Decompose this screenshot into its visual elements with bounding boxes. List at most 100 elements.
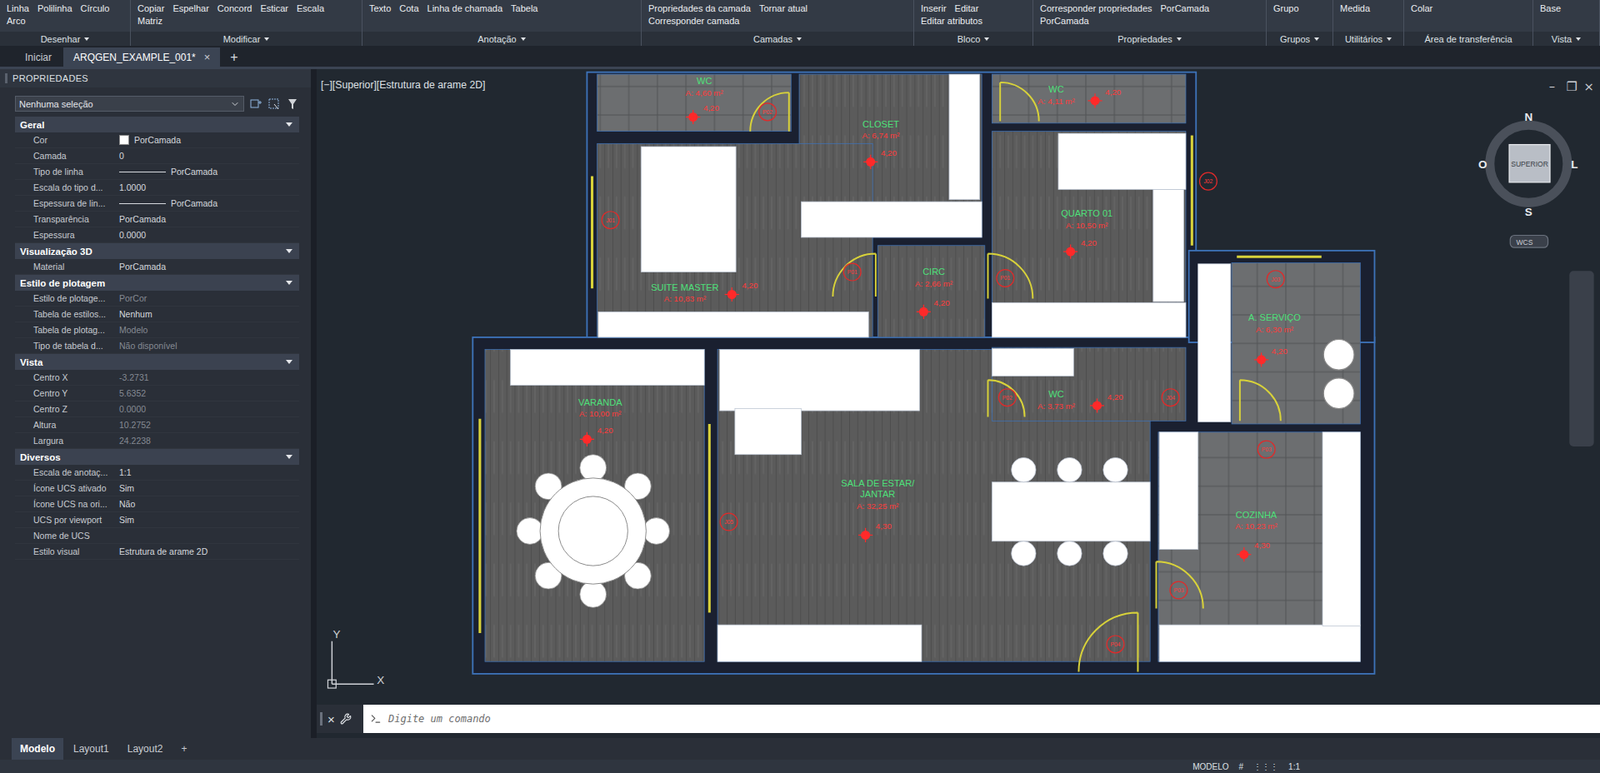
ribbon-tool[interactable]: Espelhar — [172, 2, 209, 15]
viewport-label[interactable]: [−][Superior][Estrutura de arame 2D] — [320, 79, 486, 91]
furniture[interactable] — [1159, 625, 1360, 662]
property-value[interactable]: Nenhum — [119, 309, 300, 320]
room-floor[interactable] — [1231, 263, 1360, 425]
section-header[interactable]: Geral — [15, 116, 300, 133]
ribbon-tool[interactable]: Copiar — [137, 2, 165, 15]
section-header[interactable]: Visualização 3D — [15, 243, 300, 260]
property-value[interactable]: Não disponível — [119, 340, 300, 351]
ribbon-tool[interactable]: Propriedades da camada — [648, 2, 751, 15]
window[interactable] — [1190, 135, 1194, 246]
ribbon-tool[interactable]: Cota — [399, 2, 419, 15]
command-close-button[interactable]: × — [327, 712, 335, 727]
ribbon-tool[interactable]: Linha — [6, 2, 30, 15]
property-row[interactable]: Tipo de linhaPorCamada — [15, 164, 300, 180]
property-value[interactable]: Sim — [119, 483, 300, 494]
element-tag[interactable]: P02 — [998, 389, 1016, 407]
ribbon-panel-title[interactable]: Camadas — [641, 31, 914, 46]
room-floor[interactable] — [485, 350, 705, 663]
grip-icon[interactable] — [5, 73, 8, 84]
property-row[interactable]: Espessura0.0000 — [15, 227, 300, 244]
window[interactable] — [708, 424, 711, 613]
ribbon-tool[interactable]: Editar — [955, 2, 980, 15]
door-swing[interactable] — [750, 92, 790, 132]
furniture[interactable] — [1322, 432, 1360, 627]
ribbon-tool[interactable]: Círculo — [80, 2, 110, 15]
property-row[interactable]: Espessura de lin...PorCamada — [15, 195, 300, 212]
property-value[interactable]: 24.2238 — [119, 435, 300, 446]
element-tag[interactable]: J05 — [720, 513, 738, 531]
property-row[interactable]: Camada0 — [15, 148, 300, 165]
ribbon-panel-title[interactable]: Anotação — [362, 31, 641, 46]
element-tag[interactable]: J03 — [1266, 270, 1285, 289]
toggle-pickadd-icon[interactable] — [249, 97, 263, 111]
ribbon-tool[interactable]: Corresponder propriedades — [1040, 2, 1153, 15]
property-row[interactable]: Ícone UCS na ori...Não — [15, 496, 300, 513]
window[interactable] — [590, 176, 594, 290]
property-row[interactable]: TransparênciaPorCamada — [15, 211, 300, 228]
property-row[interactable]: Estilo visualEstrutura de arame 2D — [15, 544, 300, 560]
grip-icon[interactable] — [320, 712, 323, 726]
furniture[interactable] — [1198, 264, 1231, 423]
property-row[interactable]: Tabela de plotag...Modelo — [15, 322, 300, 339]
ribbon-tool[interactable]: PorCamada — [1040, 15, 1090, 28]
room-label[interactable]: COZINHAA: 10,23 m²4,30 — [1235, 510, 1278, 563]
window-control[interactable]: – — [1549, 79, 1555, 94]
element-tag[interactable]: J02 — [1200, 172, 1218, 190]
property-row[interactable]: Escala do tipo d...1.0000 — [15, 180, 300, 196]
property-value[interactable]: PorCamada — [119, 198, 300, 209]
select-objects-icon[interactable] — [267, 97, 281, 111]
quick-select-icon[interactable] — [285, 97, 300, 111]
tab-close-button[interactable]: × — [204, 50, 211, 64]
room-label[interactable]: SALA DE ESTAR/JANTARA: 32,25 m²4,30 — [840, 478, 915, 543]
door-swing[interactable] — [1000, 82, 1040, 122]
door-swing[interactable] — [988, 254, 1034, 300]
property-value[interactable]: 1:1 — [119, 467, 300, 478]
property-value[interactable]: 0 — [119, 150, 300, 161]
property-value[interactable]: PorCamada — [119, 214, 300, 225]
layout-tab[interactable]: Modelo — [11, 738, 64, 760]
property-row[interactable]: MaterialPorCamada — [15, 259, 300, 275]
door-swing[interactable] — [832, 254, 875, 297]
property-value[interactable]: 10.2752 — [119, 420, 300, 430]
section-header[interactable]: Vista — [15, 354, 300, 370]
round-table[interactable] — [516, 455, 670, 609]
file-tab[interactable]: Iniciar — [15, 47, 62, 67]
property-row[interactable]: Ícone UCS ativadoSim — [15, 480, 300, 497]
ribbon-tool[interactable]: Grupo — [1273, 2, 1300, 15]
ribbon-panel-title[interactable]: Utilitários — [1333, 31, 1404, 46]
element-tag[interactable]: P01 — [843, 263, 861, 281]
ribbon-panel-title[interactable]: Vista — [1533, 31, 1600, 46]
chair[interactable] — [1103, 541, 1128, 566]
room-label[interactable]: WCA: 4,11 m²4,20 — [1037, 84, 1122, 108]
room-floor[interactable] — [597, 143, 874, 338]
ribbon-tool[interactable]: Editar atributos — [920, 15, 983, 28]
door-swing[interactable] — [1078, 612, 1138, 672]
add-layout-button[interactable]: + — [172, 738, 195, 760]
furniture[interactable] — [991, 348, 1074, 376]
property-row[interactable]: Escala de anotaç...1:1 — [15, 465, 300, 481]
element-tag[interactable]: P03 — [1170, 581, 1188, 600]
property-row[interactable]: Centro X-3.2731 — [15, 370, 300, 386]
furniture[interactable] — [735, 409, 802, 455]
furniture[interactable] — [1058, 133, 1186, 190]
furniture[interactable] — [991, 482, 1150, 542]
property-value[interactable]: PorCor — [119, 293, 300, 304]
door-swing[interactable] — [1155, 561, 1203, 609]
ribbon-tool[interactable]: Arco — [6, 15, 26, 28]
ribbon-tool[interactable]: Inserir — [920, 2, 947, 15]
door-swing[interactable] — [988, 380, 1025, 417]
property-row[interactable]: Tipo de tabela d...Não disponível — [15, 338, 300, 355]
viewcube[interactable]: SUPERIORNSOLWCS — [1478, 110, 1579, 248]
chair[interactable] — [1011, 541, 1036, 566]
room-label[interactable]: CIRCA: 2,66 m²4,20 — [915, 266, 954, 320]
ribbon-panel-title[interactable]: Grupos — [1266, 31, 1333, 46]
room-floor[interactable] — [991, 347, 1186, 421]
furniture[interactable] — [1159, 432, 1199, 550]
ribbon-tool[interactable]: Base — [1540, 2, 1561, 15]
section-header[interactable]: Estilo de plotagem — [15, 275, 300, 291]
ribbon-tool[interactable]: Escala — [296, 2, 325, 15]
status-item[interactable]: 1:1 — [1288, 762, 1300, 772]
ribbon-tool[interactable]: PorCamada — [1160, 2, 1210, 15]
ribbon-tool[interactable]: Texto — [369, 2, 391, 15]
ribbon-tool[interactable]: Tornar atual — [759, 2, 808, 15]
